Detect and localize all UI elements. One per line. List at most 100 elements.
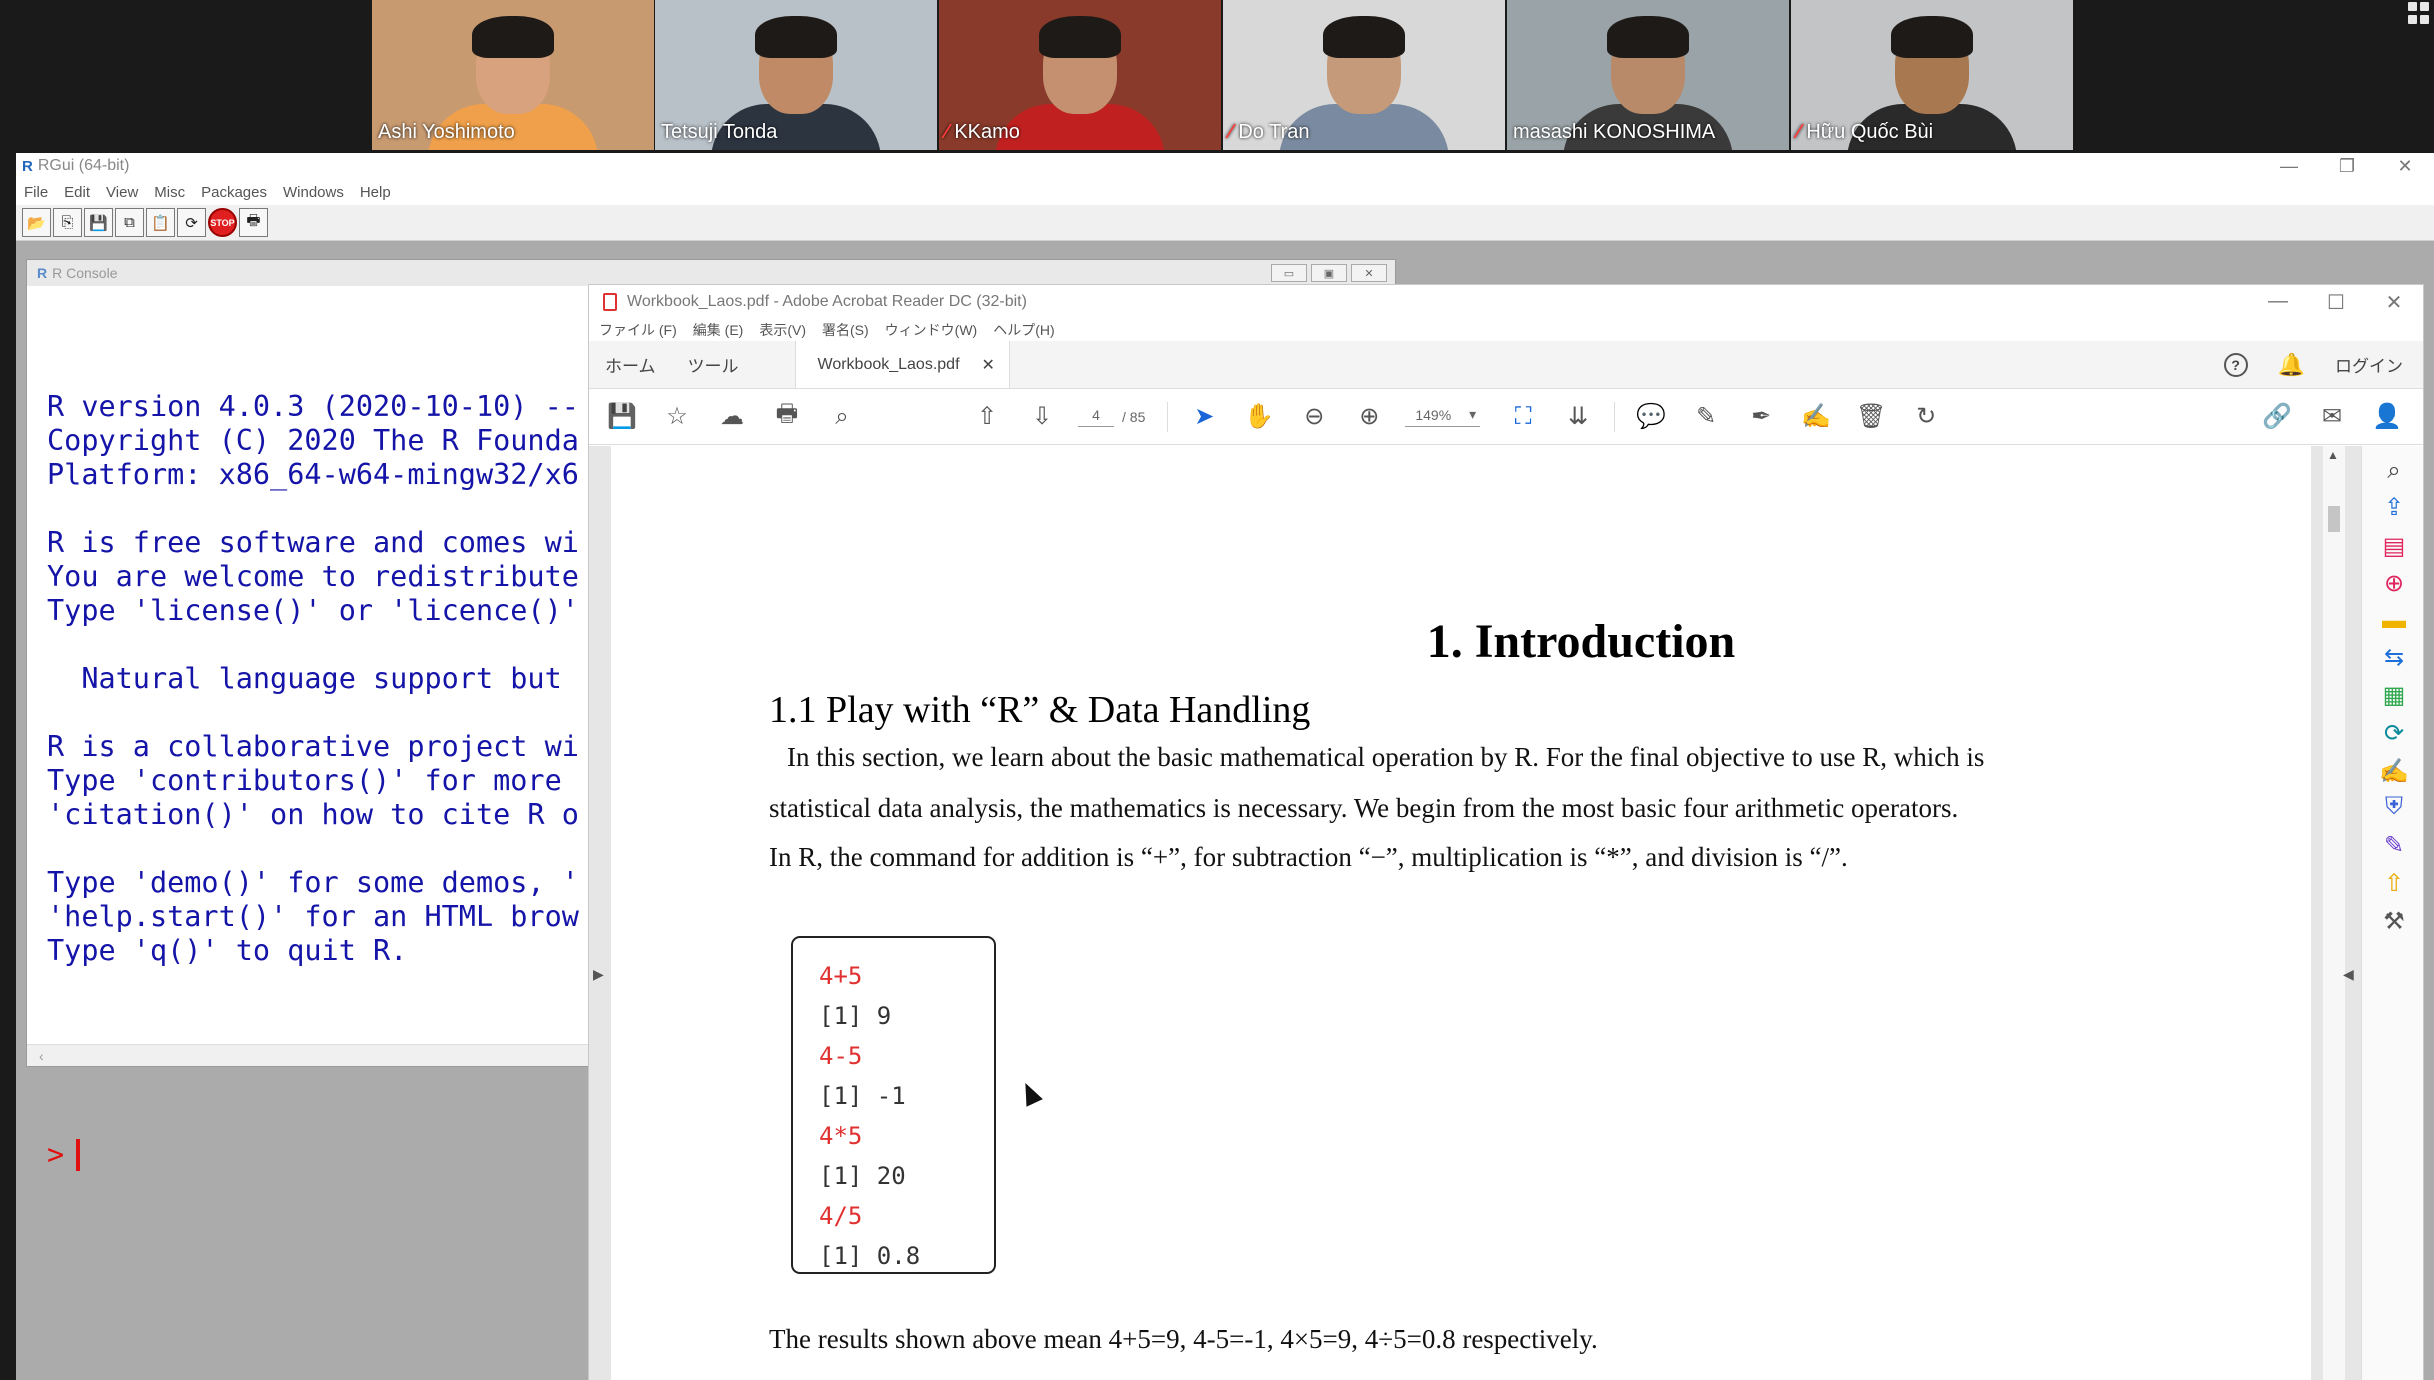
right-pane-collapse-icon[interactable]: ◀ (2343, 966, 2354, 983)
rgui-toolbar: 📂 ⎘ 💾 ⧉ 📋 ⟳ STOP 🖶 (16, 205, 2434, 241)
menu-edit[interactable]: Edit (64, 184, 90, 201)
highlight-pen-icon[interactable]: ✎ (1687, 398, 1725, 436)
upload-cloud-icon[interactable]: ☁ (713, 398, 751, 436)
copy-icon[interactable]: ⧉ (115, 208, 144, 237)
page-number-input[interactable]: 4 (1078, 407, 1114, 427)
save-icon[interactable]: 💾 (84, 208, 113, 237)
delete-icon[interactable]: 🗑 (1852, 398, 1890, 436)
select-cursor-icon[interactable]: ➤ (1185, 398, 1223, 436)
load-workspace-icon[interactable]: ⎘ (53, 208, 82, 237)
menu-help[interactable]: Help (360, 184, 391, 201)
send-for-comments-icon[interactable]: ⇧ (2379, 868, 2409, 898)
menu-sign[interactable]: 署名(S) (822, 320, 869, 340)
share-user-icon[interactable]: 👤 (2368, 398, 2406, 436)
maximize-button[interactable]: ☐ (2307, 290, 2365, 315)
zoom-in-icon[interactable]: ⊕ (1350, 398, 1388, 436)
chevron-down-icon: ▾ (1469, 406, 1477, 422)
console-close-button[interactable]: ✕ (1351, 264, 1387, 282)
menu-misc[interactable]: Misc (154, 184, 185, 201)
scrollbar-thumb[interactable] (2328, 506, 2340, 532)
edit-pdf-icon[interactable]: ▤ (2379, 531, 2409, 561)
r-console-titlebar: R R Console ▭ ▣ ✕ (27, 260, 1395, 286)
print-icon[interactable]: 🖶 (239, 208, 268, 237)
participant-tile[interactable]: ⁄ Do Tran (1223, 0, 1505, 150)
stop-icon[interactable]: STOP (208, 208, 237, 237)
fit-page-icon[interactable]: ⛶ (1504, 398, 1542, 436)
participant-hair (472, 16, 554, 58)
open-script-icon[interactable]: 📂 (22, 208, 51, 237)
export-pdf-icon[interactable]: ⇪ (2379, 492, 2409, 522)
menu-help[interactable]: ヘルプ(H) (993, 320, 1054, 340)
menu-view[interactable]: View (106, 184, 138, 201)
tab-document[interactable]: Workbook_Laos.pdf ✕ (794, 341, 1010, 388)
organize-pages-icon[interactable]: ▦ (2379, 680, 2409, 710)
menu-window[interactable]: ウィンドウ(W) (885, 320, 978, 340)
close-button[interactable]: ✕ (2365, 290, 2423, 315)
zoom-out-icon[interactable]: ⊖ (1295, 398, 1333, 436)
tab-home[interactable]: ホーム (589, 341, 672, 388)
scroll-mode-icon[interactable]: ⇊ (1559, 398, 1597, 436)
acrobat-tabbar: ホーム ツール Workbook_Laos.pdf ✕ ? 🔔 ログイン (589, 341, 2423, 389)
vertical-scrollbar[interactable]: ▲ (2323, 446, 2345, 1380)
paste-icon[interactable]: 📋 (146, 208, 175, 237)
console-line: Type 'license()' or 'licence()' (47, 594, 579, 627)
restore-button[interactable]: ❐ (2318, 156, 2376, 177)
menu-windows[interactable]: Windows (283, 184, 344, 201)
menu-file[interactable]: ファイル (F) (599, 320, 677, 340)
acrobat-title: Workbook_Laos.pdf - Adobe Acrobat Reader… (627, 293, 1027, 310)
pdf-viewer[interactable]: ▶ 1. Introduction 1.1 Play with “R” & Da… (589, 446, 2423, 1380)
participant-hair (1039, 16, 1121, 58)
combine-files-icon[interactable]: ⇆ (2379, 642, 2409, 672)
r-prompt[interactable]: > (47, 1138, 579, 1172)
comment-tool-icon[interactable]: ▬ (2379, 606, 2409, 636)
draw-icon[interactable]: ✒ (1742, 398, 1780, 436)
menu-packages[interactable]: Packages (201, 184, 267, 201)
rotate-icon[interactable]: ↻ (1907, 398, 1945, 436)
copy-paste-icon[interactable]: ⟳ (177, 208, 206, 237)
request-signature-icon[interactable]: ✎ (2379, 830, 2409, 860)
participant-tile[interactable]: Ashi Yoshimoto (372, 0, 654, 150)
scan-ocr-icon[interactable]: ⟳ (2379, 718, 2409, 748)
help-icon[interactable]: ? (2223, 352, 2248, 377)
more-tools-icon[interactable]: ⚒ (2379, 906, 2409, 936)
pdf-page[interactable]: 1. Introduction 1.1 Play with “R” & Data… (611, 446, 2311, 1380)
comment-icon[interactable]: 💬 (1632, 398, 1670, 436)
participant-tile[interactable]: Tetsuji Tonda (655, 0, 937, 150)
create-pdf-icon[interactable]: ⊕ (2379, 568, 2409, 598)
close-button[interactable]: ✕ (2376, 156, 2434, 177)
previous-page-icon[interactable]: ⇧ (968, 398, 1006, 436)
next-page-icon[interactable]: ⇩ (1023, 398, 1061, 436)
tab-tools[interactable]: ツール (672, 341, 755, 388)
zoom-select[interactable]: 149% ▾ (1405, 406, 1481, 427)
r-console-output[interactable]: R version 4.0.3 (2020-10-10) -- Copyright… (47, 322, 579, 1240)
menu-view[interactable]: 表示(V) (759, 320, 806, 340)
zoom-search-icon[interactable]: ⌕ (2379, 456, 2409, 486)
participant-name-label: masashi KONOSHIMA (1513, 121, 1715, 144)
bookmark-star-icon[interactable]: ☆ (658, 398, 696, 436)
notification-bell-icon[interactable]: 🔔 (2278, 352, 2305, 378)
link-icon[interactable]: 🔗 (2258, 398, 2296, 436)
save-icon[interactable]: 💾 (603, 398, 641, 436)
console-maximize-button[interactable]: ▣ (1311, 264, 1347, 282)
search-icon[interactable]: ⌕ (823, 398, 861, 436)
hand-tool-icon[interactable]: ✋ (1240, 398, 1278, 436)
participant-tile[interactable]: masashi KONOSHIMA (1507, 0, 1789, 150)
console-minimize-button[interactable]: ▭ (1271, 264, 1307, 282)
menu-edit[interactable]: 編集 (E) (693, 320, 744, 340)
login-button[interactable]: ログイン (2335, 352, 2403, 377)
close-tab-icon[interactable]: ✕ (982, 355, 995, 375)
email-icon[interactable]: ✉ (2313, 398, 2351, 436)
fill-and-sign-icon[interactable]: ✍ (2379, 756, 2409, 786)
scroll-up-icon[interactable]: ▲ (2327, 448, 2339, 462)
print-icon[interactable]: 🖶 (768, 398, 806, 436)
gallery-view-icon[interactable] (2408, 2, 2430, 24)
left-pane-expand-icon[interactable]: ▶ (593, 966, 604, 983)
protect-shield-icon[interactable]: ⛨ (2379, 792, 2409, 822)
minimize-button[interactable]: — (2260, 156, 2318, 177)
fill-sign-icon[interactable]: ✍ (1797, 398, 1835, 436)
minimize-button[interactable]: — (2249, 290, 2307, 315)
menu-file[interactable]: File (24, 184, 48, 201)
participant-tile[interactable]: ⁄ KKamo (939, 0, 1221, 150)
participant-tile[interactable]: ⁄ Hữu Quốc Bùi (1791, 0, 2073, 150)
rgui-menubar: File Edit View Misc Packages Windows Hel… (16, 179, 2434, 205)
